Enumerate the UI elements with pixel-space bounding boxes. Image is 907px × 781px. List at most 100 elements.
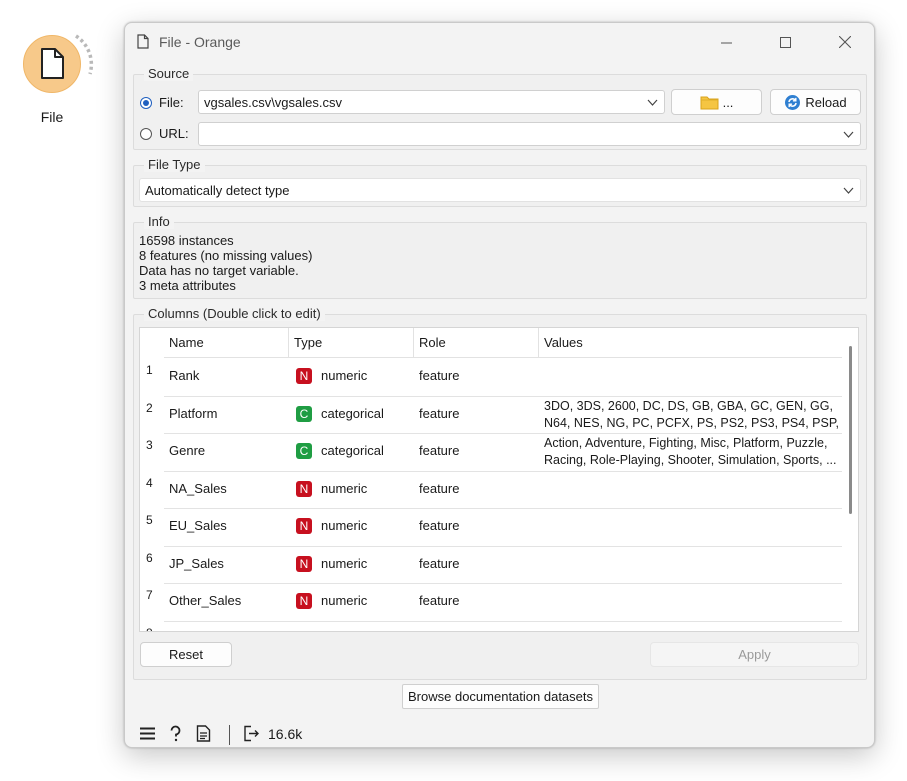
column-header-name[interactable]: Name [164,328,289,358]
column-role-cell[interactable]: feature [419,443,459,458]
row-separator [164,395,844,397]
minimize-icon [720,42,732,43]
column-role-cell[interactable]: feature [419,368,459,383]
node-circle [23,35,81,93]
column-type-cell[interactable]: categorical [321,443,384,458]
scrollbar-thumb[interactable] [849,346,852,514]
folder-icon [700,96,719,109]
column-values-line-1: 3DO, 3DS, 2600, DC, DS, GB, GBA, GC, GEN… [544,398,833,413]
row-separator [164,545,844,547]
row-index: 1 [146,363,153,377]
menu-icon[interactable] [139,725,156,742]
url-radio[interactable] [140,128,152,140]
document-icon [137,34,149,49]
reload-label: Reload [805,94,847,110]
file-type-value: Automatically detect type [145,183,290,198]
output-icon [244,725,259,742]
source-group-title: Source [144,66,194,81]
column-header-type[interactable]: Type [289,328,414,358]
window-title: File - Orange [159,34,241,50]
column-header-values[interactable]: Values [539,328,844,358]
help-icon[interactable] [167,725,184,742]
column-name-cell[interactable]: Genre [169,443,205,458]
column-name-cell[interactable]: Rank [169,368,199,383]
column-name-cell[interactable]: Platform [169,406,217,421]
file-icon [41,48,64,79]
column-role-cell[interactable]: feature [419,518,459,533]
browse-file-label: ... [722,94,734,110]
column-type-cell[interactable]: categorical [321,406,384,421]
row-index: 8 [140,626,164,632]
row-index: 2 [146,400,153,415]
column-header-role[interactable]: Role [414,328,539,358]
info-meta: 3 meta attributes [139,278,236,293]
categorical-type-icon: C [296,405,312,422]
column-values-line-1: Action, Adventure, Fighting, Misc, Platf… [544,436,828,450]
row-index: 7 [146,588,153,602]
file-type-group-title: File Type [144,157,205,172]
file-widget-window: File - Orange Source File: vgsales.csv\v… [124,22,875,748]
row-separator [164,583,844,584]
status-divider [229,725,230,745]
row-separator [164,620,844,622]
column-type-cell[interactable]: numeric [321,518,367,533]
info-group-title: Info [144,214,174,229]
file-radio-label: File: [159,95,184,110]
row-separator [164,508,844,509]
reload-button[interactable]: Reload [770,89,861,115]
file-radio[interactable] [140,97,152,109]
chevron-down-icon [647,99,658,106]
column-role-cell[interactable]: feature [419,556,459,571]
row-index: 3 [146,438,153,452]
minimize-button[interactable] [703,23,749,61]
column-type-cell[interactable]: numeric [321,593,367,608]
url-radio-label: URL: [159,126,189,141]
reset-button[interactable]: Reset [140,642,232,667]
url-combo[interactable] [198,122,861,146]
file-path-value: vgsales.csv\vgsales.csv [204,95,342,110]
row-index: 6 [146,550,153,565]
column-name-cell[interactable]: EU_Sales [169,518,227,533]
title-bar[interactable]: File - Orange [125,23,874,61]
info-features: 8 features (no missing values) [139,248,313,263]
status-bar: 16.6k [125,721,874,747]
reload-icon [785,94,801,110]
column-type-cell[interactable]: numeric [321,481,367,496]
file-type-group: File Type Automatically detect type [133,157,867,207]
column-name-cell[interactable]: Other_Sales [169,593,241,608]
browse-documentation-button[interactable]: Browse documentation datasets [402,684,599,709]
maximize-button[interactable] [762,23,808,61]
column-values-line-2: N64, NES, NG, PC, PCFX, PS, PS2, PS3, PS… [544,415,840,430]
column-role-cell[interactable]: feature [419,593,459,608]
column-type-cell[interactable]: numeric [321,556,367,571]
close-button[interactable] [822,23,868,61]
column-name-cell[interactable]: JP_Sales [169,556,224,571]
chevron-down-icon [843,131,854,138]
numeric-type-icon: N [296,630,312,631]
chevron-down-icon [843,187,854,194]
browse-file-button[interactable]: ... [671,89,762,115]
row-separator [164,433,844,434]
maximize-icon [779,36,791,48]
columns-group-title: Columns (Double click to edit) [144,306,325,321]
column-type-cell[interactable]: numeric [321,368,367,383]
row-index: 4 [146,475,153,490]
output-count: 16.6k [268,726,303,742]
numeric-type-icon: N [296,593,312,609]
numeric-type-icon: N [296,518,312,534]
apply-button[interactable]: Apply [650,642,859,667]
table-scrollbar[interactable] [842,328,858,631]
file-path-combo[interactable]: vgsales.csv\vgsales.csv [198,90,665,114]
node-label: File [40,109,64,125]
columns-table[interactable]: Name Type Role Values 1 Rank Nnumeric featu… [139,327,859,632]
column-name-cell[interactable]: NA_Sales [169,481,227,496]
column-role-cell[interactable]: feature [419,481,459,496]
row-index: 5 [146,513,153,527]
info-instances: 16598 instances [139,233,234,248]
close-icon [839,36,851,48]
column-values-line-2: Racing, Role-Playing, Shooter, Simulatio… [544,453,837,467]
file-type-combo[interactable]: Automatically detect type [139,178,861,202]
info-target: Data has no target variable. [139,263,299,278]
report-icon[interactable] [196,725,211,742]
column-role-cell[interactable]: feature [419,406,459,421]
